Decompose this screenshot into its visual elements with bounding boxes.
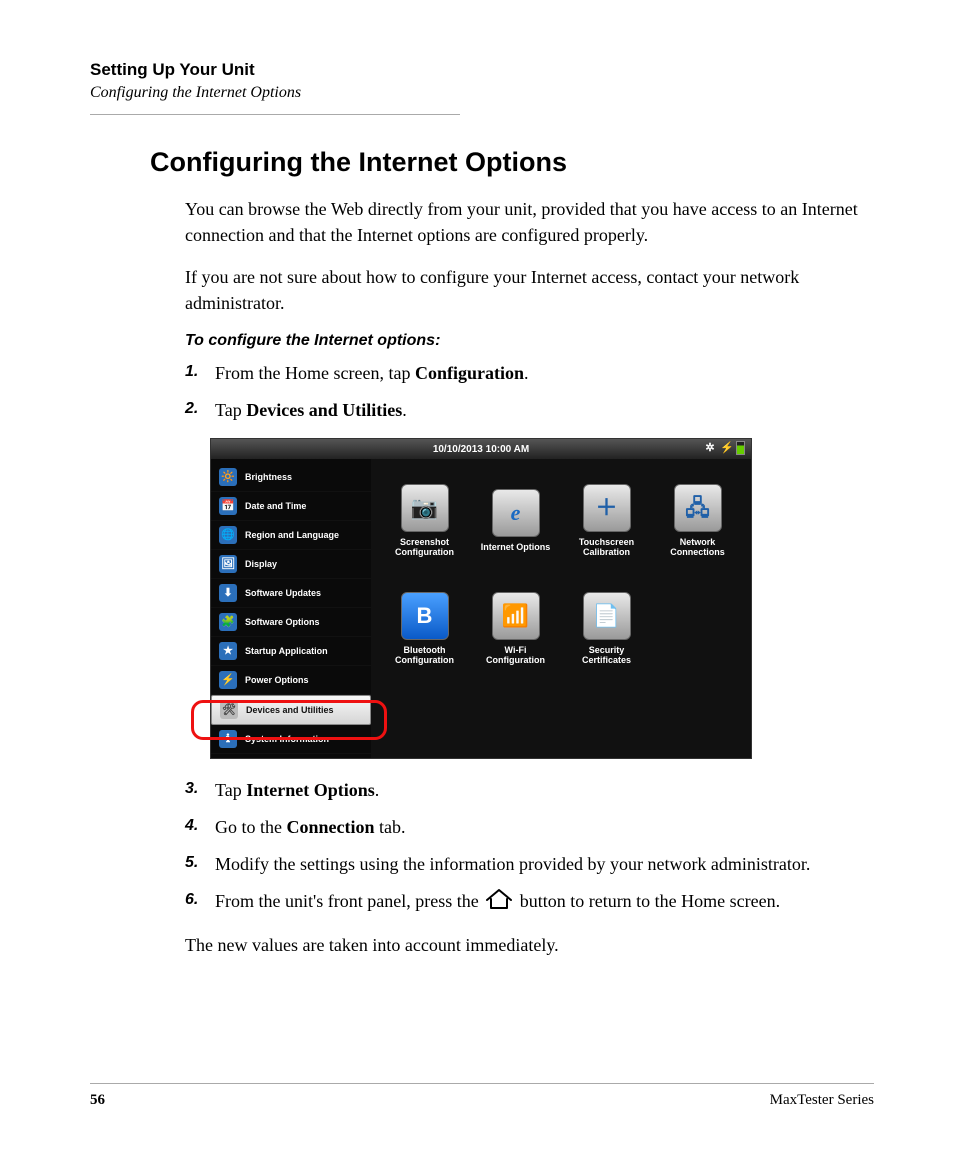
touchscreen-icon: ＋ xyxy=(583,484,631,532)
step-text: From the Home screen, tap Configuration. xyxy=(215,360,874,387)
app-label: Bluetooth Configuration xyxy=(385,646,464,666)
network-icon: 🖧 xyxy=(674,484,722,532)
calendar-icon: 📅 xyxy=(219,497,237,515)
app-label: Internet Options xyxy=(481,543,551,553)
sidebar-label: Display xyxy=(245,559,277,569)
sidebar-label: Power Options xyxy=(245,675,309,685)
step-text: From the unit's front panel, press the b… xyxy=(215,888,874,918)
sidebar-item-software-options[interactable]: 🧩 Software Options xyxy=(211,608,371,637)
app-wifi-configuration[interactable]: 📶 Wi-Fi Configuration xyxy=(476,579,555,679)
star-icon: ★ xyxy=(219,642,237,660)
bluetooth-icon: B xyxy=(401,592,449,640)
series-name: MaxTester Series xyxy=(770,1092,874,1109)
home-button-icon xyxy=(483,888,515,918)
app-security-certificates[interactable]: 📄 Security Certificates xyxy=(567,579,646,679)
camera-icon: 📷 xyxy=(401,484,449,532)
sidebar-item-system-information[interactable]: ℹ System Information xyxy=(211,725,371,754)
app-label: Security Certificates xyxy=(567,646,646,666)
puzzle-icon: 🧩 xyxy=(219,613,237,631)
settings-sidebar: 🔆 Brightness 📅 Date and Time 🌐 Region and L… xyxy=(211,459,371,758)
sidebar-label: Software Options xyxy=(245,617,320,627)
bluetooth-icon: ✲ xyxy=(704,442,716,454)
step-number: 2. xyxy=(185,397,215,424)
app-label: Wi-Fi Configuration xyxy=(476,646,555,666)
closing-paragraph: The new values are taken into account im… xyxy=(185,932,874,958)
sidebar-label: Startup Application xyxy=(245,646,328,656)
charge-icon: ⚡ xyxy=(720,442,732,454)
step-text: Modify the settings using the informatio… xyxy=(215,851,874,878)
sidebar-label: Brightness xyxy=(245,472,292,482)
status-datetime: 10/10/2013 10:00 AM xyxy=(433,444,529,455)
app-screenshot-configuration[interactable]: 📷 Screenshot Configuration xyxy=(385,471,464,571)
sidebar-item-devices-utilities[interactable]: 🛠 Devices and Utilities xyxy=(211,695,371,725)
step-4: 4. Go to the Connection tab. xyxy=(185,814,874,841)
sidebar-label: Region and Language xyxy=(245,530,339,540)
display-icon: 🖼 xyxy=(219,555,237,573)
sidebar-label: Date and Time xyxy=(245,501,306,511)
step-number: 6. xyxy=(185,888,215,918)
sidebar-item-display[interactable]: 🖼 Display xyxy=(211,550,371,579)
step-list: 1. From the Home screen, tap Configurati… xyxy=(185,360,874,424)
utilities-grid: 📷 Screenshot Configuration e Internet Opti… xyxy=(371,459,751,758)
step-3: 3. Tap Internet Options. xyxy=(185,777,874,804)
sidebar-item-brightness[interactable]: 🔆 Brightness xyxy=(211,463,371,492)
step-number: 4. xyxy=(185,814,215,841)
step-5: 5. Modify the settings using the informa… xyxy=(185,851,874,878)
globe-icon: 🌐 xyxy=(219,526,237,544)
app-label: Network Connections xyxy=(658,538,737,558)
sidebar-label: Software Updates xyxy=(245,588,321,598)
step-text: Tap Devices and Utilities. xyxy=(215,397,874,424)
app-bluetooth-configuration[interactable]: B Bluetooth Configuration xyxy=(385,579,464,679)
download-icon: ⬇ xyxy=(219,584,237,602)
sidebar-item-software-updates[interactable]: ⬇ Software Updates xyxy=(211,579,371,608)
sidebar-item-date-time[interactable]: 📅 Date and Time xyxy=(211,492,371,521)
sidebar-label: Devices and Utilities xyxy=(246,705,334,715)
app-touchscreen-calibration[interactable]: ＋ Touchscreen Calibration xyxy=(567,471,646,571)
tools-icon: 🛠 xyxy=(220,701,238,719)
app-label: Screenshot Configuration xyxy=(385,538,464,558)
page-footer: 56 MaxTester Series xyxy=(90,1083,874,1109)
procedure-heading: To configure the Internet options: xyxy=(185,332,874,350)
page-header: Setting Up Your Unit Configuring the Int… xyxy=(90,60,874,115)
app-label: Touchscreen Calibration xyxy=(567,538,646,558)
step-text: Go to the Connection tab. xyxy=(215,814,874,841)
app-internet-options[interactable]: e Internet Options xyxy=(476,471,555,571)
header-subtitle: Configuring the Internet Options xyxy=(90,84,874,102)
device-screenshot: 10/10/2013 10:00 AM ✲ ⚡ 🔆 Brightness 📅 Dat… xyxy=(210,438,752,759)
step-list-continued: 3. Tap Internet Options. 4. Go to the Co… xyxy=(185,777,874,918)
sidebar-item-power-options[interactable]: ⚡ Power Options xyxy=(211,666,371,695)
step-number: 3. xyxy=(185,777,215,804)
battery-icon xyxy=(736,441,745,455)
step-number: 5. xyxy=(185,851,215,878)
header-title: Setting Up Your Unit xyxy=(90,60,874,80)
status-icons: ✲ ⚡ xyxy=(704,441,745,455)
intro-paragraph-1: You can browse the Web directly from you… xyxy=(185,196,874,248)
certificate-icon: 📄 xyxy=(583,592,631,640)
brightness-icon: 🔆 xyxy=(219,468,237,486)
sidebar-item-region-language[interactable]: 🌐 Region and Language xyxy=(211,521,371,550)
internet-explorer-icon: e xyxy=(492,489,540,537)
intro-paragraph-2: If you are not sure about how to configu… xyxy=(185,264,874,316)
step-2: 2. Tap Devices and Utilities. xyxy=(185,397,874,424)
step-text: Tap Internet Options. xyxy=(215,777,874,804)
info-icon: ℹ xyxy=(219,730,237,748)
sidebar-item-startup-application[interactable]: ★ Startup Application xyxy=(211,637,371,666)
status-bar: 10/10/2013 10:00 AM ✲ ⚡ xyxy=(211,439,751,459)
step-1: 1. From the Home screen, tap Configurati… xyxy=(185,360,874,387)
step-6: 6. From the unit's front panel, press th… xyxy=(185,888,874,918)
sidebar-label: System Information xyxy=(245,734,329,744)
section-title: Configuring the Internet Options xyxy=(150,147,874,178)
power-icon: ⚡ xyxy=(219,671,237,689)
page-number: 56 xyxy=(90,1092,105,1109)
wifi-icon: 📶 xyxy=(492,592,540,640)
app-network-connections[interactable]: 🖧 Network Connections xyxy=(658,471,737,571)
header-rule xyxy=(90,114,460,115)
step-number: 1. xyxy=(185,360,215,387)
